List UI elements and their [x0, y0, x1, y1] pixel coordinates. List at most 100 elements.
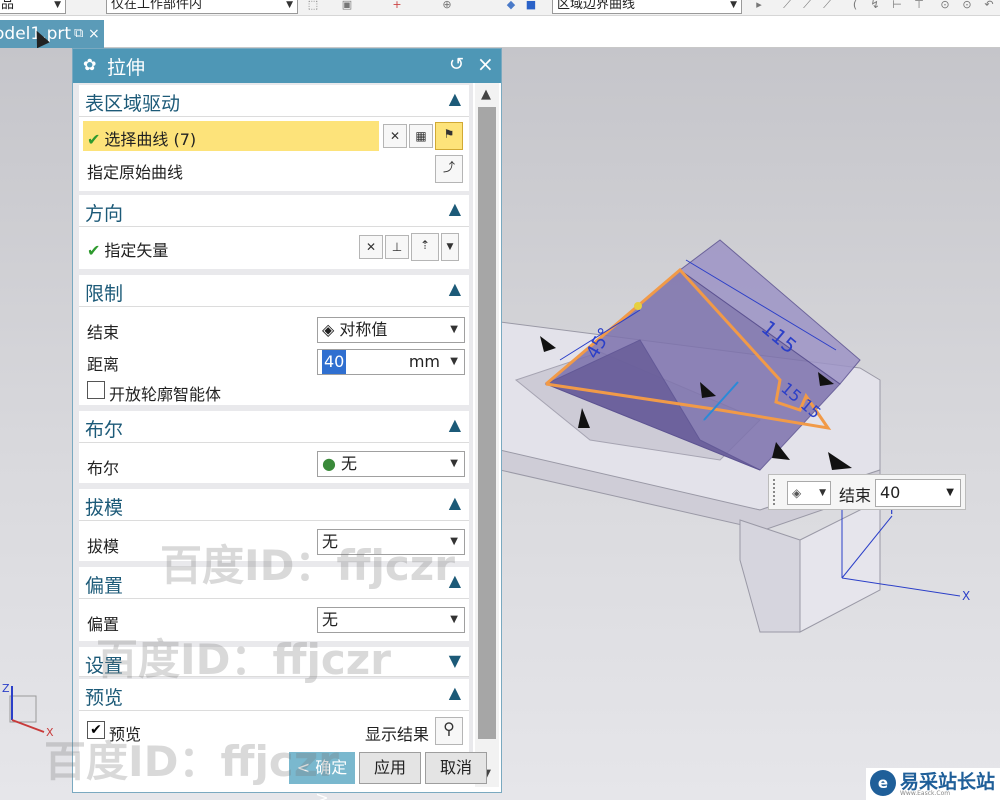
- watermark: 百度ID：ffjczr: [160, 541, 455, 590]
- section-header-direction[interactable]: 方向 ▲: [79, 195, 469, 227]
- snap-point-icon[interactable]: ⊕: [440, 0, 454, 12]
- chevron-down-icon: ▼: [450, 356, 458, 367]
- point-icon[interactable]: +: [390, 0, 404, 12]
- cancel-button[interactable]: 取消: [425, 752, 487, 784]
- section-title: 布尔: [85, 419, 124, 441]
- chevron-down-icon: ▼: [450, 614, 458, 625]
- gear-icon[interactable]: ✿: [83, 55, 96, 74]
- section-region-drive: 表区域驱动 ▲ ✔ 选择曲线 (7) ✕ ▦ ⚑ 指定原始曲线 ⤴: [79, 85, 469, 191]
- end-label: 结束: [87, 323, 120, 342]
- curve-select-icon[interactable]: ⚑: [435, 122, 463, 150]
- tool-icon-9[interactable]: ⊙: [960, 0, 974, 12]
- logo-mark-icon: e: [870, 770, 896, 796]
- curve-rule-label: 区域边界曲线: [557, 0, 636, 12]
- chevron-up-icon[interactable]: ▲: [449, 199, 461, 218]
- cube-icon[interactable]: ■: [524, 0, 538, 12]
- open-profile-label: 开放轮廓智能体: [109, 385, 222, 404]
- section-header-limits[interactable]: 限制 ▲: [79, 275, 469, 307]
- open-profile-checkbox[interactable]: [87, 381, 105, 399]
- curve-rule-icon[interactable]: ◆: [504, 0, 518, 12]
- cube-icon: ◈: [322, 320, 340, 339]
- chevron-down-icon: ▼: [450, 458, 458, 469]
- specify-vector-label: ✔ 指定矢量: [87, 237, 168, 261]
- distance-input[interactable]: 40 mm ▼: [317, 349, 465, 375]
- toolbar-combo-left[interactable]: 品 ▼: [0, 0, 66, 14]
- inferred-vector-icon[interactable]: ⇡: [411, 233, 439, 261]
- close-icon[interactable]: ×: [477, 52, 494, 76]
- end-label: 结束: [839, 486, 872, 505]
- curve-rule-select[interactable]: 区域边界曲线 ▼: [552, 0, 742, 14]
- tool-icon-8[interactable]: ⊙: [938, 0, 952, 12]
- chevron-down-icon[interactable]: ▼: [449, 651, 461, 670]
- tool-icon-6[interactable]: ⊢: [890, 0, 904, 12]
- chevron-up-icon[interactable]: ▲: [449, 683, 461, 702]
- arrow-icon[interactable]: ▸: [752, 0, 766, 12]
- selection-scope-select[interactable]: 仅在工作部件内 ▼: [106, 0, 298, 14]
- base-leg-front: [799, 499, 881, 633]
- deselect-icon[interactable]: ✕: [383, 124, 407, 148]
- drag-grip-icon[interactable]: [773, 479, 779, 505]
- wcs-x-label: X: [962, 589, 970, 603]
- boolean-select[interactable]: ● 无 ▼: [317, 451, 465, 477]
- tab-bar: odel1.prt ⧉ ×: [0, 16, 1000, 48]
- reverse-icon[interactable]: ✕: [359, 235, 383, 259]
- chevron-down-icon: ▼: [946, 487, 954, 498]
- section-limits: 限制 ▲ 结束 ◈ 对称值 ▼ 距离 40 mm ▼ 开放轮廓智能体: [79, 275, 469, 405]
- boolean-value: 无: [341, 454, 358, 473]
- end-type-value: 对称值: [339, 320, 388, 339]
- apply-button[interactable]: 应用: [359, 752, 421, 784]
- chevron-down-icon[interactable]: ▼: [441, 233, 459, 261]
- filter-icon[interactable]: ⬚: [306, 0, 320, 12]
- boolean-none-icon: ●: [322, 454, 342, 473]
- check-icon: ✔: [87, 130, 101, 149]
- triad-cube: [9, 695, 37, 723]
- section-title: 限制: [85, 283, 124, 305]
- chevron-up-icon[interactable]: ▲: [449, 493, 461, 512]
- triad-z-label: Z: [2, 682, 10, 695]
- tool-icon-1[interactable]: ⟋: [780, 0, 794, 12]
- reset-icon[interactable]: ↺: [449, 54, 464, 75]
- scroll-thumb[interactable]: [478, 107, 496, 739]
- sketch-section-icon[interactable]: ▦: [409, 124, 433, 148]
- tool-icon-4[interactable]: (: [848, 0, 862, 12]
- section-header-region[interactable]: 表区域驱动 ▲: [79, 85, 469, 117]
- tab-model1-prt[interactable]: odel1.prt ⧉ ×: [0, 20, 104, 48]
- section-title: 偏置: [85, 575, 124, 597]
- end-option-select[interactable]: ◈ ▼: [787, 481, 831, 505]
- tool-icon-2[interactable]: ⟋: [800, 0, 814, 12]
- top-toolbar: 品 ▼ 仅在工作部件内 ▼ ⬚ ▣ + ⊕ ◆ ■ 区域边界曲线 ▼ ▸ ⟋ ⟋ ⟋ …: [0, 0, 1000, 16]
- section-header-draft[interactable]: 拔模 ▲: [79, 489, 469, 521]
- section-header-boolean[interactable]: 布尔 ▲: [79, 411, 469, 443]
- base-leg-side: [739, 519, 801, 633]
- end-value-input[interactable]: 40 ▼: [875, 479, 961, 507]
- site-logo: e 易采站长站 Www.Easck.Com: [866, 768, 1000, 800]
- tool-icon-3[interactable]: ⟋: [820, 0, 834, 12]
- close-icon[interactable]: ×: [88, 20, 100, 48]
- select-curve-label: ✔ 选择曲线 (7): [87, 126, 196, 150]
- chevron-up-icon[interactable]: ▲: [449, 415, 461, 434]
- section-title: 方向: [85, 203, 124, 225]
- section-direction: 方向 ▲ ✔ 指定矢量 ✕ ⊥ ⇡ ▼: [79, 195, 469, 269]
- scroll-up-icon[interactable]: ▲: [481, 87, 491, 102]
- vector-dialog-icon[interactable]: ⊥: [385, 235, 409, 259]
- tool-icon-5[interactable]: ↯: [868, 0, 882, 12]
- nx-window: 品 ▼ 仅在工作部件内 ▼ ⬚ ▣ + ⊕ ◆ ■ 区域边界曲线 ▼ ▸ ⟋ ⟋ ⟋ …: [0, 0, 1000, 800]
- chevron-up-icon[interactable]: ▲: [449, 89, 461, 108]
- chevron-down-icon: ▼: [450, 324, 458, 335]
- tool-icon-7[interactable]: ⊤: [912, 0, 926, 12]
- chevron-up-icon[interactable]: ▲: [449, 279, 461, 298]
- dialog-scrollbar[interactable]: ▲ ▼: [475, 83, 499, 787]
- magnifier-icon[interactable]: ⚲: [435, 717, 463, 745]
- show-result-label: 显示结果: [365, 725, 430, 744]
- snap-icon[interactable]: ▣: [340, 0, 354, 12]
- specify-vector-text: 指定矢量: [104, 241, 169, 260]
- origin-curve-icon[interactable]: ⤴: [435, 155, 463, 183]
- cube-icon: ◈: [792, 486, 802, 500]
- section-boolean: 布尔 ▲ 布尔 ● 无 ▼: [79, 411, 469, 483]
- tool-icon-10[interactable]: ↶: [982, 0, 996, 12]
- end-type-select[interactable]: ◈ 对称值 ▼: [317, 317, 465, 343]
- watermark: 百度ID：ffjczr: [96, 635, 391, 684]
- origin-handle: [634, 302, 642, 310]
- check-icon: ✔: [87, 241, 101, 260]
- window-icon[interactable]: ⧉: [74, 20, 83, 48]
